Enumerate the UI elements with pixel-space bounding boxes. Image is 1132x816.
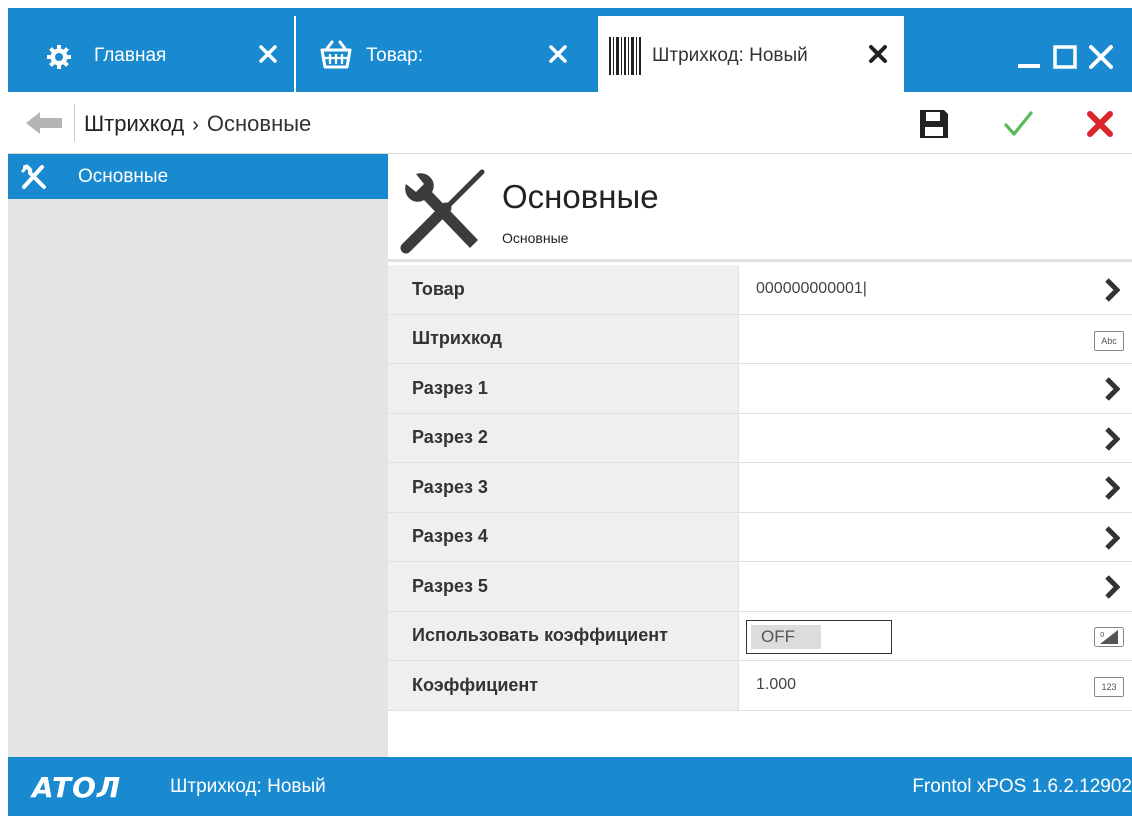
property-row-coefficient[interactable]: Коэффициент 1.000 123: [388, 661, 1132, 711]
sidebar: Основные: [8, 154, 388, 757]
property-label: Использовать коэффициент: [388, 611, 739, 660]
tab-bar: Главная Товар: Штрихкод: Новый: [8, 8, 1132, 92]
breadcrumb-item-barcode[interactable]: Штрихкод: [84, 111, 184, 136]
close-window-icon[interactable]: [1088, 44, 1114, 70]
property-label: Коэффициент: [388, 661, 739, 710]
tab-barcode-label: Штрихкод: Новый: [652, 45, 808, 66]
property-label: Товар: [388, 265, 739, 314]
status-document-label: Штрихкод: Новый: [170, 776, 326, 797]
property-row-section-4[interactable]: Разрез 4: [388, 512, 1132, 562]
property-row-use-coefficient[interactable]: Использовать коэффициент OFF 0: [388, 611, 1132, 661]
section-title: Основные: [502, 178, 659, 215]
tools-icon: [21, 164, 46, 189]
property-row-section-2[interactable]: Разрез 2: [388, 413, 1132, 463]
tab-main-label: Главная: [94, 45, 167, 66]
basket-icon: [320, 40, 352, 69]
app-window: Главная Товар: Штрихкод: Новый Штрихкод …: [8, 8, 1132, 816]
tab-product[interactable]: Товар:: [296, 16, 586, 92]
window-controls: [1012, 16, 1132, 80]
number-type-icon: 123: [1094, 677, 1124, 697]
gear-icon: [47, 45, 71, 69]
boolean-type-icon: 0: [1094, 626, 1124, 647]
breadcrumb-separator: ›: [192, 114, 199, 136]
chevron-right-icon[interactable]: [1104, 525, 1120, 551]
property-label: Разрез 2: [388, 413, 739, 462]
property-row-section-1[interactable]: Разрез 1: [388, 364, 1132, 414]
properties-table: Товар 000000000001| Штрихкод Abc Разрез …: [388, 265, 1132, 711]
property-row-section-3[interactable]: Разрез 3: [388, 463, 1132, 513]
status-bar: ATOЛ Штрихкод: Новый Frontol xPOS 1.6.2.…: [8, 757, 1132, 816]
toolbar-divider: [74, 104, 75, 142]
section-header: Основные Основные: [388, 154, 1132, 262]
minimize-icon[interactable]: [1016, 44, 1042, 70]
tab-barcode[interactable]: Штрихкод: Новый: [598, 16, 904, 92]
property-row-barcode[interactable]: Штрихкод Abc: [388, 314, 1132, 364]
chevron-right-icon[interactable]: [1104, 475, 1120, 501]
property-row-section-5[interactable]: Разрез 5: [388, 562, 1132, 612]
text-type-icon: Abc: [1094, 330, 1124, 351]
property-label: Разрез 3: [388, 463, 739, 512]
content-panel: Основные Основные Товар 000000000001| Шт…: [388, 154, 1132, 757]
close-tab-icon[interactable]: [256, 42, 280, 66]
atol-logo: ATOЛ: [32, 771, 122, 804]
toggle-state-label: OFF: [751, 624, 821, 649]
tab-main[interactable]: Главная: [8, 16, 294, 92]
back-arrow-icon[interactable]: [24, 110, 64, 136]
property-value: 000000000001|: [756, 280, 867, 298]
property-label: Разрез 5: [388, 562, 739, 611]
barcode-icon: [609, 37, 641, 75]
breadcrumb: Штрихкод › Основные: [84, 111, 311, 137]
chevron-right-icon[interactable]: [1104, 574, 1120, 600]
section-subtitle: Основные: [502, 230, 569, 246]
tab-product-label: Товар:: [366, 45, 423, 66]
property-label: Штрихкод: [388, 314, 739, 363]
sidebar-item-label: Основные: [78, 166, 169, 187]
maximize-icon[interactable]: [1052, 44, 1078, 70]
property-label: Разрез 4: [388, 512, 739, 561]
use-coefficient-toggle[interactable]: OFF: [746, 619, 892, 654]
breadcrumb-item-main: Основные: [206, 111, 312, 136]
apply-check-icon[interactable]: [1002, 108, 1034, 140]
coefficient-value[interactable]: 1.000: [756, 661, 796, 710]
sidebar-item-main[interactable]: Основные: [8, 154, 388, 199]
cancel-cross-icon[interactable]: [1084, 108, 1116, 140]
svg-text:0: 0: [1100, 631, 1104, 639]
toolbar: Штрихкод › Основные: [8, 92, 1132, 154]
chevron-right-icon[interactable]: [1104, 277, 1120, 303]
chevron-right-icon[interactable]: [1104, 426, 1120, 452]
save-icon[interactable]: [918, 108, 950, 140]
status-version-label: Frontol xPOS 1.6.2.12902: [912, 776, 1132, 797]
chevron-right-icon[interactable]: [1104, 376, 1120, 402]
property-row-product[interactable]: Товар 000000000001|: [388, 265, 1132, 315]
tools-icon: [400, 169, 485, 254]
property-label: Разрез 1: [388, 364, 739, 413]
close-tab-icon[interactable]: [546, 42, 570, 66]
close-tab-icon[interactable]: [866, 42, 890, 66]
